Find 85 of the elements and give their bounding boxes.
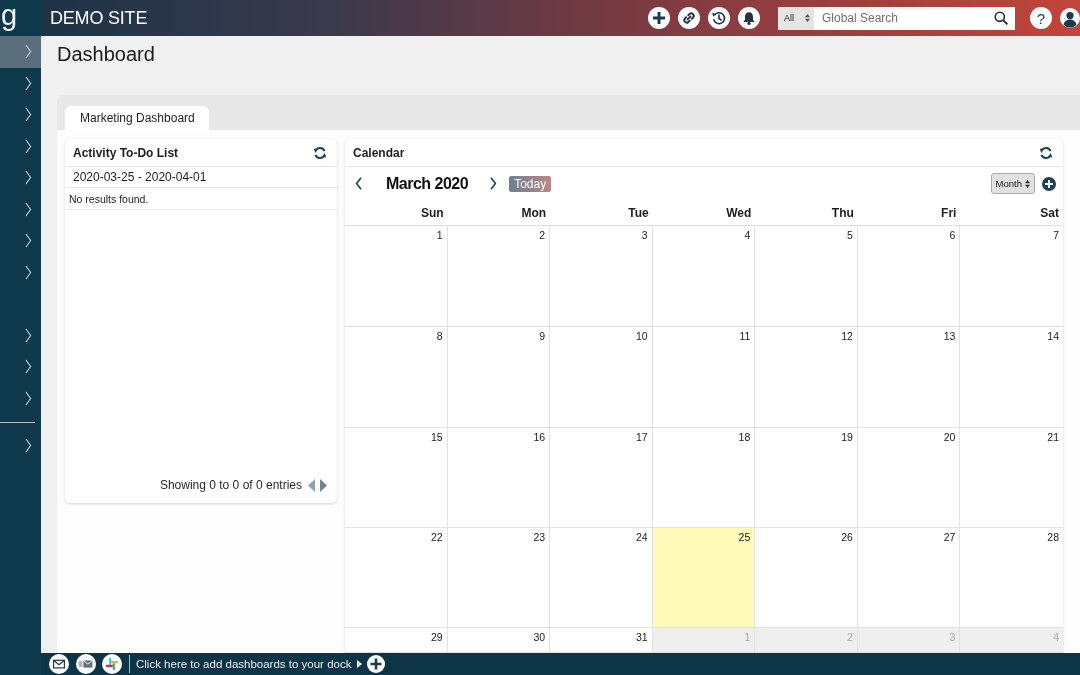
chevron-right-icon (25, 44, 32, 60)
day-cell[interactable]: 28 (960, 528, 1063, 628)
date-range-text: 2020-03-25 - 2020-04-01 (73, 170, 207, 184)
plus-icon[interactable] (367, 655, 386, 673)
day-cell[interactable]: 23 (447, 528, 551, 628)
day-cell[interactable]: 31 (550, 628, 653, 653)
day-cell[interactable]: 3 (550, 226, 653, 327)
day-cell[interactable]: 6 (857, 226, 961, 327)
page-title: Dashboard (57, 42, 155, 66)
chevron-right-icon (25, 438, 32, 454)
mail-icon[interactable] (49, 654, 69, 674)
weekday-label: Sat (1040, 205, 1059, 220)
plus-icon[interactable] (648, 7, 670, 29)
weekday-label: Thu (831, 205, 854, 220)
chevron-right-icon (25, 107, 32, 123)
day-cell[interactable]: 22 (345, 528, 448, 628)
weekday-label: Sun (420, 205, 444, 220)
refresh-icon[interactable] (313, 145, 327, 160)
day-cell[interactable]: 21 (960, 428, 1063, 528)
day-cell[interactable]: 29 (345, 628, 448, 653)
scope-select[interactable]: All (778, 6, 814, 30)
search-icon[interactable] (994, 11, 1008, 25)
panel-title: Calendar (353, 145, 405, 160)
search-field[interactable]: Global Search (814, 6, 1015, 30)
day-cell[interactable]: 18 (652, 428, 756, 528)
hash-icon[interactable] (102, 654, 122, 674)
triangle-right-icon[interactable] (320, 478, 327, 492)
chevron-right-icon (25, 359, 32, 375)
chevron-right-icon (25, 170, 32, 186)
day-cell[interactable]: 19 (755, 428, 858, 528)
caret-right-icon (357, 660, 363, 668)
sort-arrows-icon (805, 14, 810, 22)
clock-icon[interactable] (708, 7, 730, 29)
day-cell[interactable]: 27 (857, 528, 961, 628)
weekday-label: Wed (726, 205, 752, 220)
chevron-right-icon[interactable] (490, 177, 498, 190)
month-title: March 2020 (386, 174, 469, 193)
refresh-icon[interactable] (1039, 145, 1053, 160)
chevron-right-icon (25, 233, 32, 249)
view-select[interactable]: Month (990, 173, 1035, 194)
chevron-right-icon (25, 138, 32, 154)
plus-icon[interactable] (1042, 176, 1056, 191)
day-cell[interactable]: 16 (447, 428, 551, 528)
day-cell[interactable]: 11 (652, 327, 756, 428)
chevron-right-icon (25, 327, 32, 343)
pagination-info: Showing 0 to 0 of 0 entries (159, 478, 302, 492)
chevron-right-icon (25, 390, 32, 406)
day-cell[interactable]: 8 (345, 327, 448, 428)
dashboard-tab[interactable]: Marketing Dashboard (65, 106, 209, 130)
fast-mail-icon[interactable] (76, 654, 96, 674)
logo-text: g (1, 0, 18, 30)
day-cell[interactable]: 9 (447, 327, 551, 428)
sort-arrows-icon (1025, 179, 1030, 188)
dock-prompt-link[interactable]: Click here to add dashboards to your dock (136, 658, 352, 670)
triangle-left-icon[interactable] (308, 478, 315, 492)
chevron-right-icon (25, 201, 32, 217)
chevron-right-icon (25, 75, 32, 91)
day-cell[interactable]: 4 (652, 226, 756, 327)
bell-icon[interactable] (738, 7, 760, 29)
day-cell[interactable]: 20 (857, 428, 961, 528)
day-cell[interactable]: 25 (652, 528, 756, 628)
day-cell[interactable]: 7 (960, 226, 1063, 327)
day-cell[interactable]: 10 (550, 327, 653, 428)
help-button[interactable]: ? (1030, 7, 1052, 29)
day-cell[interactable]: 15 (345, 428, 448, 528)
day-cell[interactable]: 12 (755, 327, 858, 428)
weekday-label: Fri (941, 205, 957, 220)
panel-title: Activity To-Do List (73, 145, 179, 160)
weekday-label: Tue (628, 205, 649, 220)
weekday-label: Mon (521, 205, 547, 220)
day-cell[interactable]: 1 (345, 226, 448, 327)
day-cell[interactable]: 30 (447, 628, 551, 653)
empty-message: No results found. (69, 192, 149, 205)
day-cell[interactable]: 14 (960, 327, 1063, 428)
chevron-right-icon (25, 264, 32, 280)
day-cell[interactable]: 24 (550, 528, 653, 628)
day-cell[interactable]: 2 (447, 226, 551, 327)
link-icon[interactable] (678, 7, 700, 29)
site-title: DEMO SITE (50, 7, 148, 29)
day-cell[interactable]: 13 (857, 327, 961, 428)
day-cell[interactable]: 17 (550, 428, 653, 528)
day-cell[interactable]: 5 (755, 226, 858, 327)
chevron-left-icon[interactable] (355, 177, 362, 190)
user-icon[interactable] (1060, 8, 1080, 28)
day-cell[interactable]: 26 (755, 528, 858, 628)
